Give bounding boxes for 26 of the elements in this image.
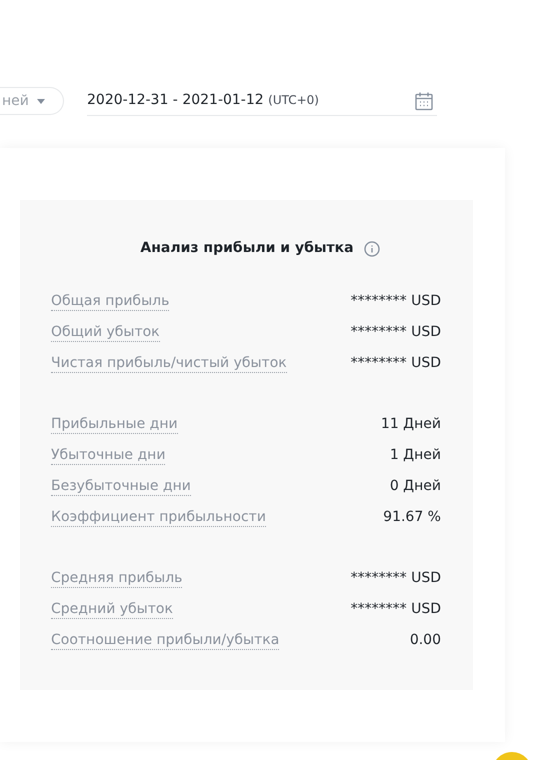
metric-label[interactable]: Безубыточные дни: [51, 477, 191, 496]
metric-label[interactable]: Общая прибыль: [51, 292, 170, 311]
metric-value: ******** USD: [350, 354, 441, 373]
metric-value: ******** USD: [350, 323, 441, 342]
metric-label[interactable]: Средний убыток: [51, 600, 173, 619]
metric-label[interactable]: Убыточные дни: [51, 446, 166, 465]
metric-label[interactable]: Соотношение прибыли/убытка: [51, 631, 280, 650]
metric-label[interactable]: Прибыльные дни: [51, 415, 178, 434]
metric-label[interactable]: Коэффициент прибыльности: [51, 508, 266, 527]
metric-value: ******** USD: [350, 600, 441, 619]
metric-value: 11 Дней: [380, 415, 441, 434]
metric-value: 91.67 %: [383, 508, 441, 527]
metric-value: 1 Дней: [390, 446, 441, 465]
period-dropdown[interactable]: ней: [0, 87, 64, 115]
metric-label[interactable]: Чистая прибыль/чистый убыток: [51, 354, 287, 373]
metric-value: 0.00: [410, 631, 441, 650]
metric-value: 0 Дней: [390, 477, 441, 496]
caret-icon: [36, 98, 45, 104]
metric-value: ******** USD: [350, 292, 441, 311]
analysis-title: Анализ прибыли и убытка: [140, 239, 354, 258]
metric-label[interactable]: Общий убыток: [51, 323, 160, 342]
metric-label[interactable]: Средняя прибыль: [51, 569, 182, 588]
date-range-field[interactable]: 2020-12-31 - 2021-01-12 (UTC+0): [87, 86, 437, 116]
calendar-icon[interactable]: [414, 90, 434, 110]
metric-value: ******** USD: [350, 569, 441, 588]
info-icon[interactable]: [364, 240, 380, 256]
